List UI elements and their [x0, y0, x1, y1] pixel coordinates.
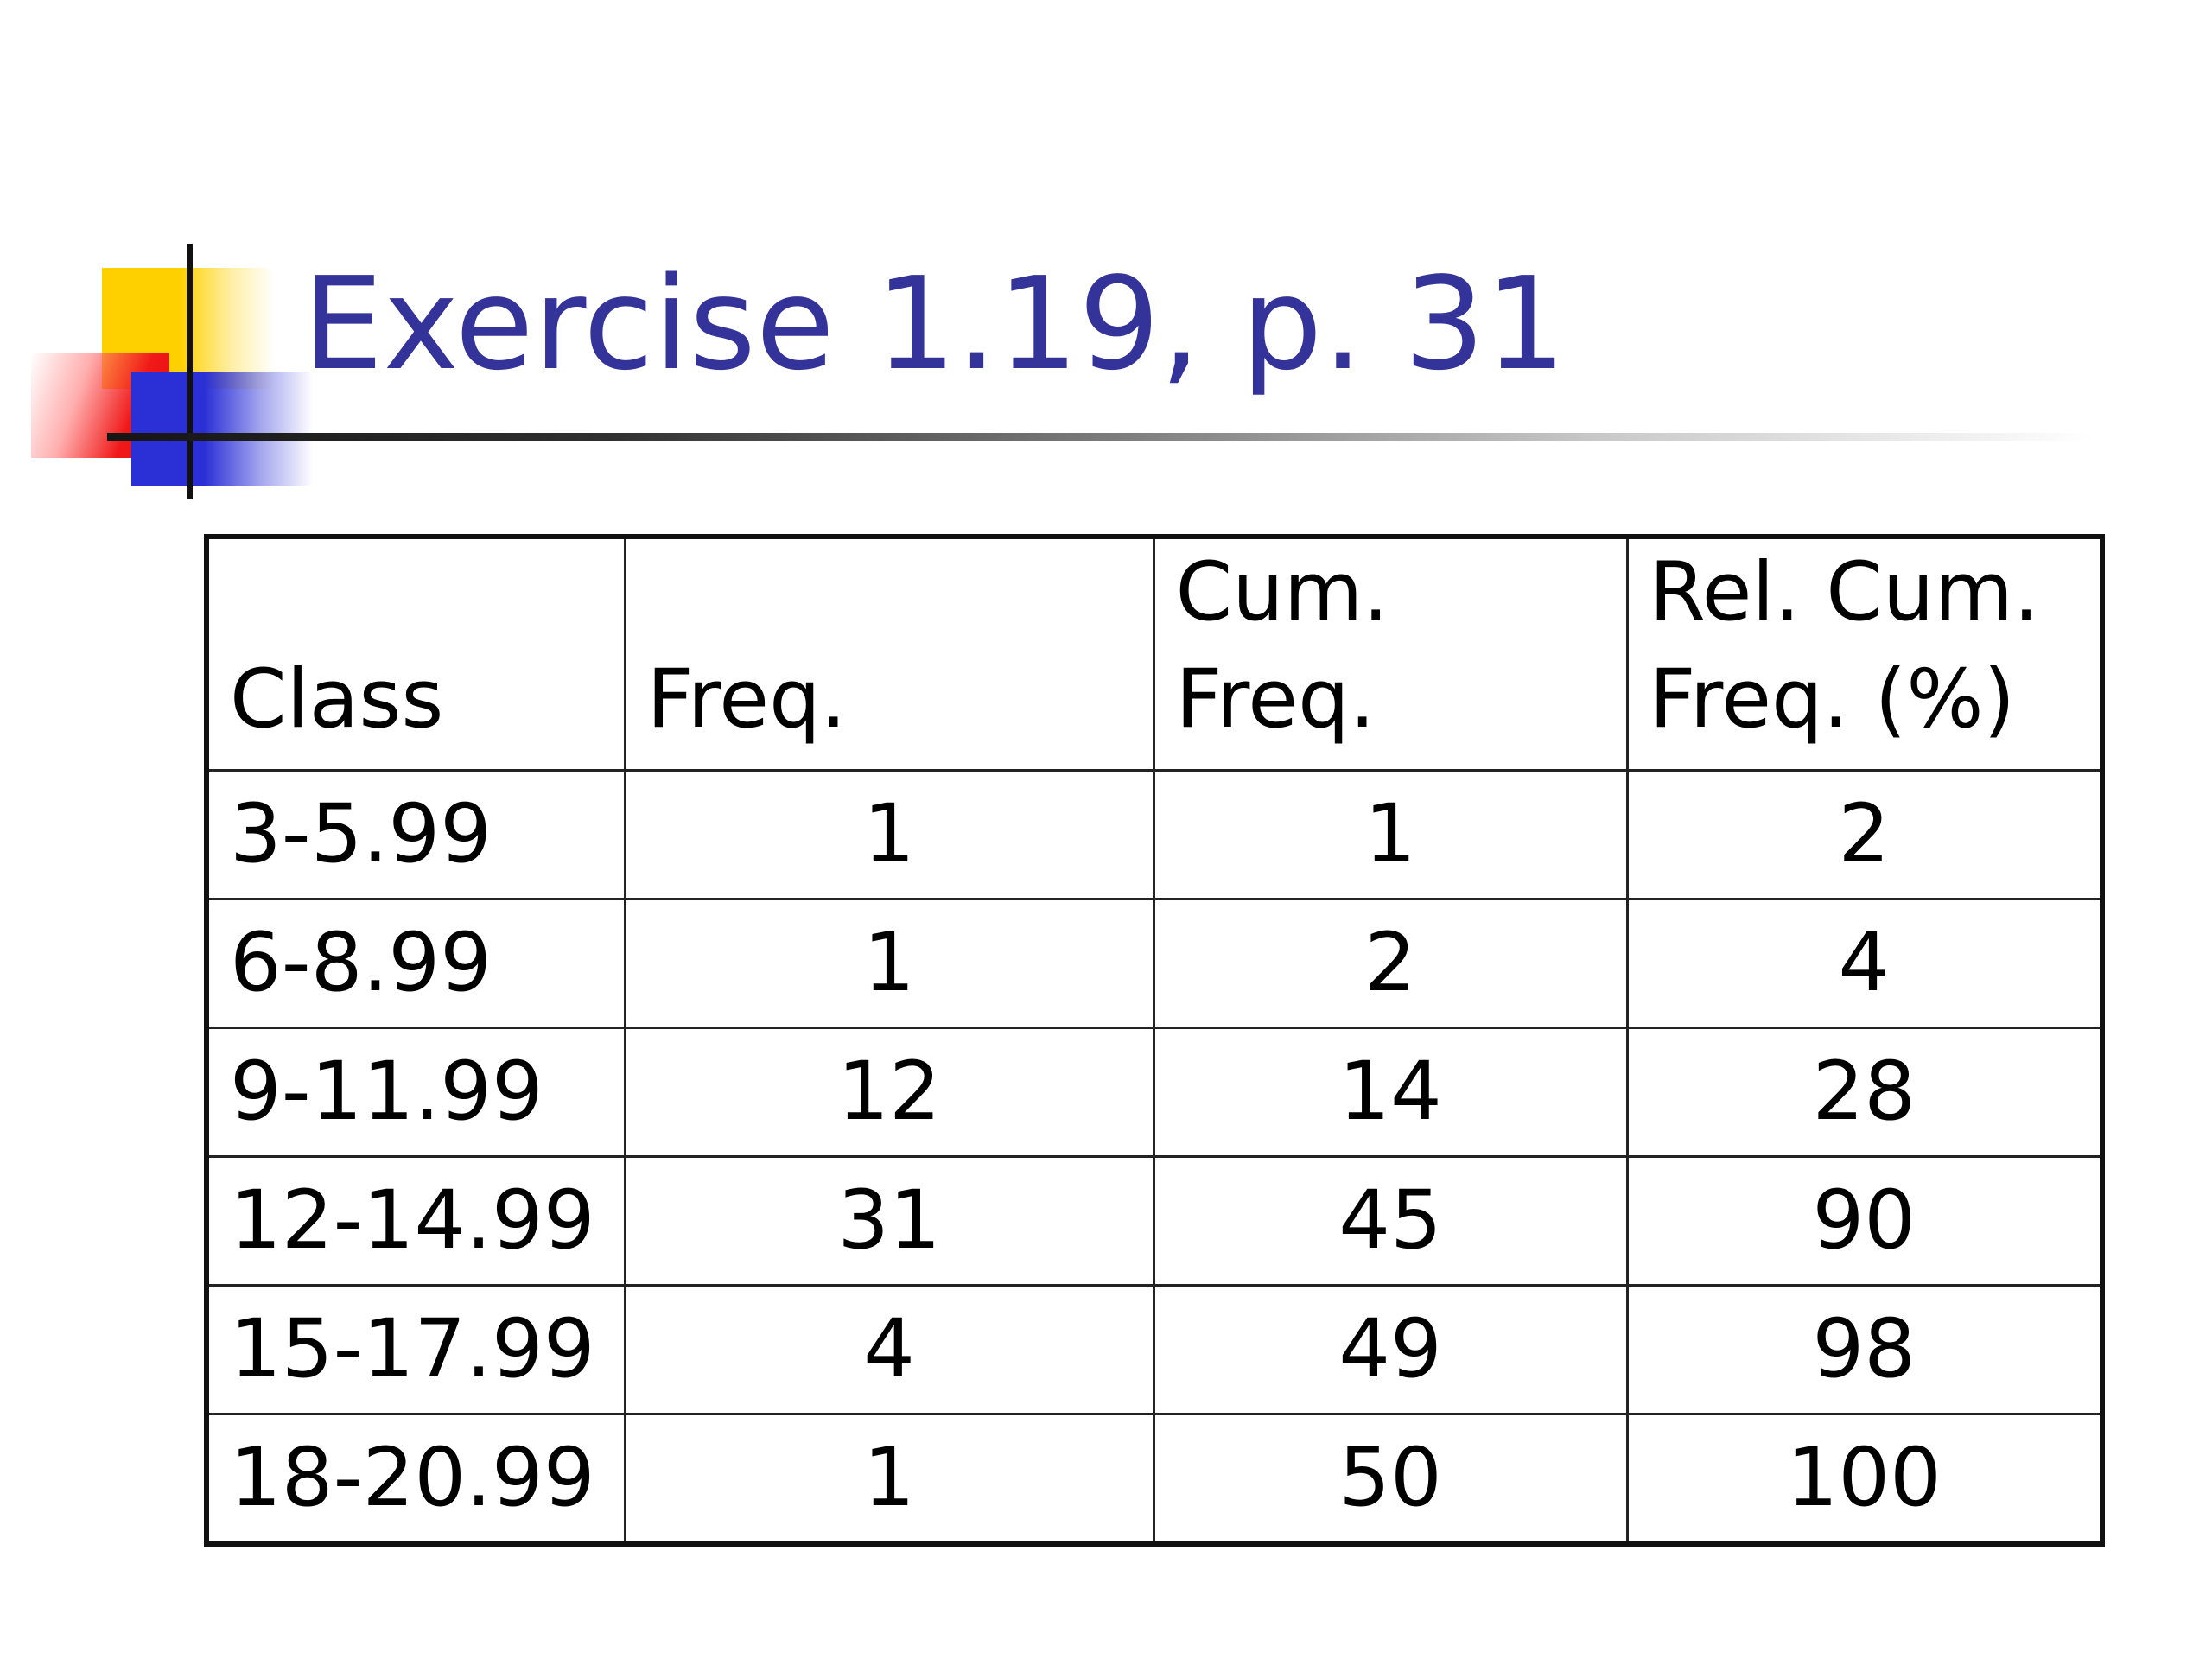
cum-freq-cell: 14 — [1152, 1027, 1629, 1158]
title-underline-rule — [107, 433, 2094, 441]
header-freq: Freq. — [623, 535, 1155, 772]
class-cell: 6-8.99 — [205, 898, 626, 1029]
cum-freq-cell: 1 — [1152, 769, 1629, 900]
cum-freq-cell: 45 — [1152, 1155, 1629, 1287]
slide-title: Exercise 1.19, p. 31 — [302, 250, 1567, 398]
header-cum-freq: Cum. Freq. — [1152, 535, 1629, 772]
class-cell: 9-11.99 — [205, 1027, 626, 1158]
class-cell: 12-14.99 — [205, 1155, 626, 1287]
rel-cum-freq-cell: 98 — [1625, 1284, 2104, 1415]
table-row: 15-17.99 4 49 98 — [205, 1284, 2104, 1415]
class-cell: 18-20.99 — [205, 1413, 626, 1546]
table-row: 3-5.99 1 1 2 — [205, 769, 2104, 900]
freq-cell: 12 — [623, 1027, 1155, 1158]
header-class: Class — [205, 535, 626, 772]
rel-cum-freq-cell: 28 — [1625, 1027, 2104, 1158]
rel-cum-freq-cell: 4 — [1625, 898, 2104, 1029]
rel-cum-freq-cell: 90 — [1625, 1155, 2104, 1287]
cum-freq-cell: 49 — [1152, 1284, 1629, 1415]
table-row: 6-8.99 1 2 4 — [205, 898, 2104, 1029]
freq-cell: 31 — [623, 1155, 1155, 1287]
header-rel-cum-freq: Rel. Cum. Freq. (%) — [1625, 535, 2104, 772]
header-rel-cum-freq-line2: Freq. (%) — [1649, 652, 2016, 747]
cum-freq-cell: 2 — [1152, 898, 1629, 1029]
class-cell: 3-5.99 — [205, 769, 626, 900]
slide-logo-decoration — [0, 0, 346, 518]
table-header-row: Class Freq. Cum. Freq. Rel. Cum. Freq. (%… — [205, 535, 2104, 772]
table-row: 12-14.99 31 45 90 — [205, 1155, 2104, 1287]
header-rel-cum-freq-line1: Rel. Cum. — [1649, 545, 2039, 639]
freq-cell: 1 — [623, 769, 1155, 900]
class-cell: 15-17.99 — [205, 1284, 626, 1415]
table-row: 9-11.99 12 14 28 — [205, 1027, 2104, 1158]
logo-blue-square — [131, 372, 313, 486]
freq-cell: 4 — [623, 1284, 1155, 1415]
cum-freq-cell: 50 — [1152, 1413, 1629, 1546]
freq-cell: 1 — [623, 898, 1155, 1029]
rel-cum-freq-cell: 2 — [1625, 769, 2104, 900]
frequency-table: Class Freq. Cum. Freq. Rel. Cum. Freq. (%… — [204, 534, 2105, 1547]
freq-cell: 1 — [623, 1413, 1155, 1546]
rel-cum-freq-cell: 100 — [1625, 1413, 2104, 1546]
table-row: 18-20.99 1 50 100 — [205, 1413, 2104, 1546]
logo-vertical-line — [187, 244, 193, 499]
